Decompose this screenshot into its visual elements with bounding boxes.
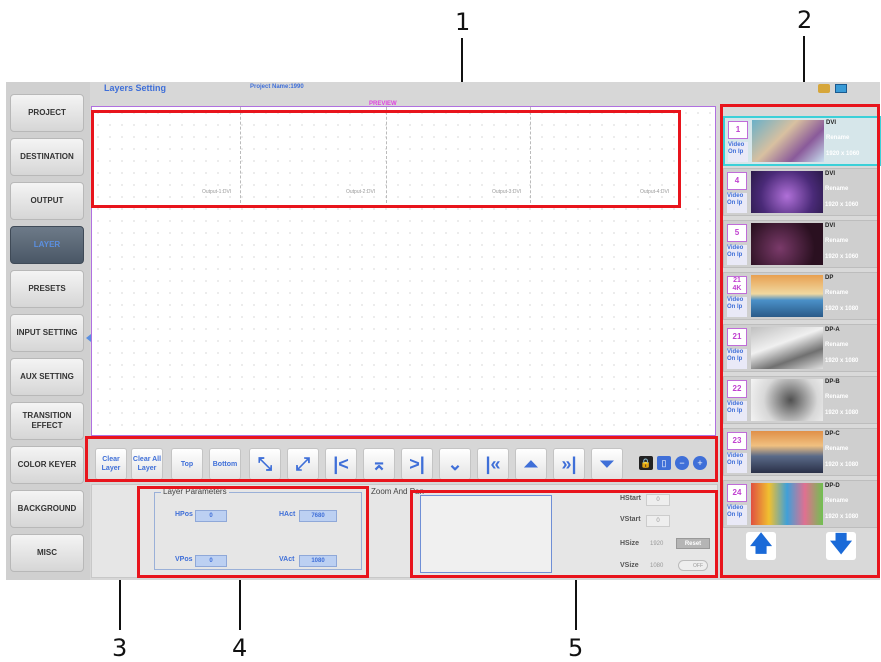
- callout-4: 4: [232, 634, 248, 662]
- nav-output[interactable]: OUTPUT: [10, 182, 84, 220]
- nav-transition-effect[interactable]: TRANSITION EFFECT: [10, 402, 84, 440]
- nav-destination[interactable]: DESTINATION: [10, 138, 84, 176]
- nav-background[interactable]: BACKGROUND: [10, 490, 84, 528]
- project-name: Project Name:1990: [250, 84, 304, 90]
- callout-1: 1: [455, 8, 471, 36]
- callout-2: 2: [797, 6, 813, 34]
- nav-presets[interactable]: PRESETS: [10, 270, 84, 308]
- nav-project[interactable]: PROJECT: [10, 94, 84, 132]
- nav-aux-setting[interactable]: AUX SETTING: [10, 358, 84, 396]
- highlight-box-preview: [91, 110, 681, 208]
- page-title: Layers Setting: [104, 83, 167, 93]
- highlight-box-toolbar: [85, 436, 718, 482]
- highlight-box-layer-parameters: [137, 486, 369, 578]
- callout-5: 5: [568, 634, 584, 662]
- folder-icon[interactable]: [818, 84, 830, 93]
- monitor-icon[interactable]: [835, 84, 847, 93]
- nav-misc[interactable]: MISC: [10, 534, 84, 572]
- highlight-box-zoom-pan: [410, 490, 718, 578]
- nav-layer[interactable]: LAYER: [10, 226, 84, 264]
- highlight-box-inputs: [720, 104, 880, 578]
- callout-3: 3: [112, 634, 128, 662]
- nav-color-keyer[interactable]: COLOR KEYER: [10, 446, 84, 484]
- header: Layers Setting Project Name:1990 PREVIEW: [92, 82, 718, 107]
- nav-input-setting[interactable]: INPUT SETTING: [10, 314, 84, 352]
- sidebar: PROJECT DESTINATION OUTPUT LAYER PRESETS…: [6, 82, 91, 580]
